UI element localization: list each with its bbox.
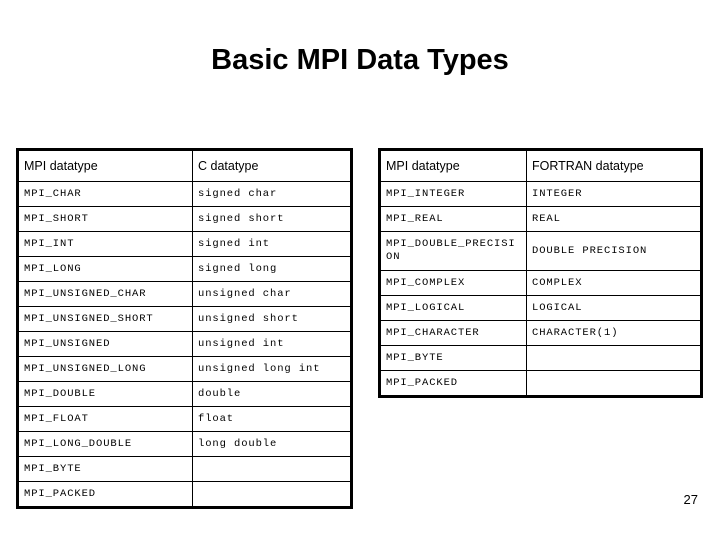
cell-mpi-datatype: MPI_PACKED	[379, 370, 527, 397]
table-row: MPI_PACKED	[17, 481, 352, 508]
cell-mpi-datatype: MPI_BYTE	[379, 345, 527, 371]
slide: Basic MPI Data Types MPI datatype C data…	[0, 0, 720, 540]
cell-mpi-datatype: MPI_CHARACTER	[379, 320, 527, 346]
cell-mpi-datatype: MPI_DOUBLE	[17, 381, 193, 407]
table-row: MPI_UNSIGNED_SHORT unsigned short	[17, 306, 352, 332]
cell-mpi-datatype: MPI_PACKED	[17, 481, 193, 508]
mpi-fortran-datatype-table: MPI datatype FORTRAN datatype MPI_INTEGE…	[378, 148, 703, 398]
cell-c-datatype: unsigned long int	[192, 356, 352, 382]
cell-mpi-datatype: MPI_UNSIGNED_SHORT	[17, 306, 193, 332]
cell-c-datatype: unsigned short	[192, 306, 352, 332]
table-row: MPI_UNSIGNED unsigned int	[17, 331, 352, 357]
cell-mpi-datatype: MPI_REAL	[379, 206, 527, 232]
cell-c-datatype: unsigned char	[192, 281, 352, 307]
cell-mpi-datatype: MPI_DOUBLE_PRECISION	[379, 231, 527, 271]
table-body: MPI datatype C datatype MPI_CHAR signed …	[17, 149, 352, 508]
table-row: MPI_UNSIGNED_CHAR unsigned char	[17, 281, 352, 307]
table-header-row: MPI datatype FORTRAN datatype	[379, 149, 702, 182]
table-row: MPI_REAL REAL	[379, 206, 702, 232]
table-row: MPI_LONG signed long	[17, 256, 352, 282]
table-row: MPI_FLOAT float	[17, 406, 352, 432]
cell-c-datatype: signed long	[192, 256, 352, 282]
table-row: MPI_UNSIGNED_LONG unsigned long int	[17, 356, 352, 382]
table-row: MPI_DOUBLE_PRECISION DOUBLE PRECISION	[379, 231, 702, 271]
cell-mpi-datatype: MPI_UNSIGNED_LONG	[17, 356, 193, 382]
table-row: MPI_BYTE	[17, 456, 352, 482]
cell-fortran-datatype	[526, 370, 702, 397]
cell-c-datatype: signed short	[192, 206, 352, 232]
table-row: MPI_BYTE	[379, 345, 702, 371]
cell-fortran-datatype: LOGICAL	[526, 295, 702, 321]
cell-mpi-datatype: MPI_INT	[17, 231, 193, 257]
page-number: 27	[683, 492, 698, 507]
cell-mpi-datatype: MPI_UNSIGNED_CHAR	[17, 281, 193, 307]
cell-c-datatype: signed char	[192, 181, 352, 207]
cell-mpi-datatype: MPI_LONG_DOUBLE	[17, 431, 193, 457]
table-row: MPI_INT signed int	[17, 231, 352, 257]
table-row: MPI_CHAR signed char	[17, 181, 352, 207]
table-row: MPI_PACKED	[379, 370, 702, 397]
cell-fortran-datatype	[526, 345, 702, 371]
table-header-row: MPI datatype C datatype	[17, 149, 352, 182]
cell-c-datatype: double	[192, 381, 352, 407]
column-header-fortran-datatype: FORTRAN datatype	[526, 149, 702, 182]
cell-mpi-datatype: MPI_INTEGER	[379, 181, 527, 207]
cell-mpi-datatype: MPI_COMPLEX	[379, 270, 527, 296]
column-header-c-datatype: C datatype	[192, 149, 352, 182]
table-row: MPI_LOGICAL LOGICAL	[379, 295, 702, 321]
cell-fortran-datatype: INTEGER	[526, 181, 702, 207]
table-row: MPI_SHORT signed short	[17, 206, 352, 232]
cell-fortran-datatype: CHARACTER(1)	[526, 320, 702, 346]
cell-fortran-datatype: REAL	[526, 206, 702, 232]
cell-c-datatype: signed int	[192, 231, 352, 257]
cell-c-datatype: float	[192, 406, 352, 432]
cell-mpi-datatype: MPI_FLOAT	[17, 406, 193, 432]
table-row: MPI_COMPLEX COMPLEX	[379, 270, 702, 296]
column-header-mpi-datatype: MPI datatype	[379, 149, 527, 182]
column-header-mpi-datatype: MPI datatype	[17, 149, 193, 182]
table-row: MPI_CHARACTER CHARACTER(1)	[379, 320, 702, 346]
cell-mpi-datatype: MPI_LOGICAL	[379, 295, 527, 321]
table-row: MPI_LONG_DOUBLE long double	[17, 431, 352, 457]
cell-c-datatype	[192, 481, 352, 508]
cell-mpi-datatype: MPI_CHAR	[17, 181, 193, 207]
cell-mpi-datatype: MPI_SHORT	[17, 206, 193, 232]
table-row: MPI_DOUBLE double	[17, 381, 352, 407]
cell-mpi-datatype: MPI_BYTE	[17, 456, 193, 482]
table-body: MPI datatype FORTRAN datatype MPI_INTEGE…	[379, 149, 702, 397]
mpi-c-datatype-table: MPI datatype C datatype MPI_CHAR signed …	[16, 148, 353, 509]
cell-c-datatype: unsigned int	[192, 331, 352, 357]
cell-fortran-datatype: DOUBLE PRECISION	[526, 231, 702, 271]
cell-c-datatype	[192, 456, 352, 482]
page-title: Basic MPI Data Types	[211, 44, 509, 76]
cell-fortran-datatype: COMPLEX	[526, 270, 702, 296]
table-row: MPI_INTEGER INTEGER	[379, 181, 702, 207]
cell-mpi-datatype: MPI_LONG	[17, 256, 193, 282]
cell-mpi-datatype: MPI_UNSIGNED	[17, 331, 193, 357]
cell-c-datatype: long double	[192, 431, 352, 457]
